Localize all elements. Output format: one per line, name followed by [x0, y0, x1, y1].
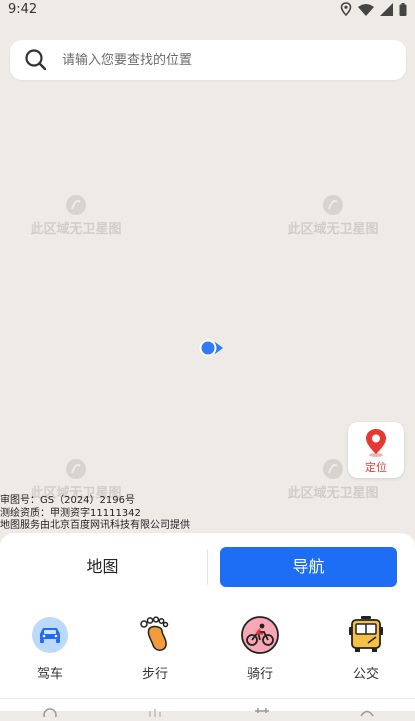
map-credit-line: 审图号：GS（2024）2196号: [0, 495, 135, 506]
battery-icon: [399, 2, 407, 16]
mode-bike-label: 骑行: [246, 667, 273, 682]
bottom-navigation: [0, 698, 415, 721]
footprint-icon: [140, 616, 169, 651]
watermark-logo-icon: [66, 459, 86, 479]
map-watermark: 此区域无卫星图: [21, 194, 131, 237]
mode-drive[interactable]: 驾车: [10, 615, 90, 682]
location-pin-icon: [366, 429, 386, 457]
status-time: 9:42: [8, 2, 38, 17]
car-icon: [32, 617, 68, 653]
mode-bus[interactable]: 公交: [326, 615, 406, 682]
watermark-logo-icon: [323, 459, 343, 479]
tab-map[interactable]: 地图: [0, 547, 205, 587]
map-watermark: 此区域无卫星图: [278, 194, 388, 237]
search-icon: [25, 49, 47, 71]
bus-icon: [349, 616, 383, 652]
mode-drive-label: 驾车: [36, 667, 63, 682]
watermark-logo-icon: [66, 195, 86, 215]
mode-bike[interactable]: 骑行: [220, 615, 300, 682]
mode-walk-label: 步行: [141, 667, 168, 682]
bicycle-icon: [241, 616, 279, 654]
wifi-icon: [358, 3, 374, 16]
status-bar: 9:42: [0, 0, 415, 22]
locate-button-label: 定位: [365, 461, 387, 474]
signal-icon: [380, 2, 393, 16]
search-bar[interactable]: [10, 40, 406, 80]
map-credit-line: 地图服务由北京百度网讯科技有限公司提供: [0, 520, 190, 531]
mode-bus-label: 公交: [352, 667, 379, 682]
watermark-logo-icon: [323, 195, 343, 215]
watermark-text: 此区域无卫星图: [30, 222, 122, 237]
bottom-panel: 地图 导航 驾车 步行 骑行 公交: [0, 533, 415, 711]
watermark-text: 此区域无卫星图: [287, 486, 379, 501]
watermark-text: 此区域无卫星图: [287, 222, 379, 237]
search-input[interactable]: [60, 51, 364, 69]
status-icons: [340, 2, 407, 16]
location-pin-icon: [340, 2, 352, 16]
mode-walk[interactable]: 步行: [115, 615, 195, 682]
travel-modes: 驾车 步行 骑行 公交: [0, 615, 415, 685]
map-credit-line: 测绘资质：甲测资字11111342: [0, 507, 141, 519]
tab-divider: [207, 549, 208, 585]
map-credits: 审图号：GS（2024）2196号 测绘资质：甲测资字11111342 地图服务…: [0, 495, 190, 533]
user-location-marker-icon: [199, 339, 223, 357]
locate-button[interactable]: 定位: [348, 422, 404, 478]
navigation-button[interactable]: 导航: [220, 547, 397, 587]
